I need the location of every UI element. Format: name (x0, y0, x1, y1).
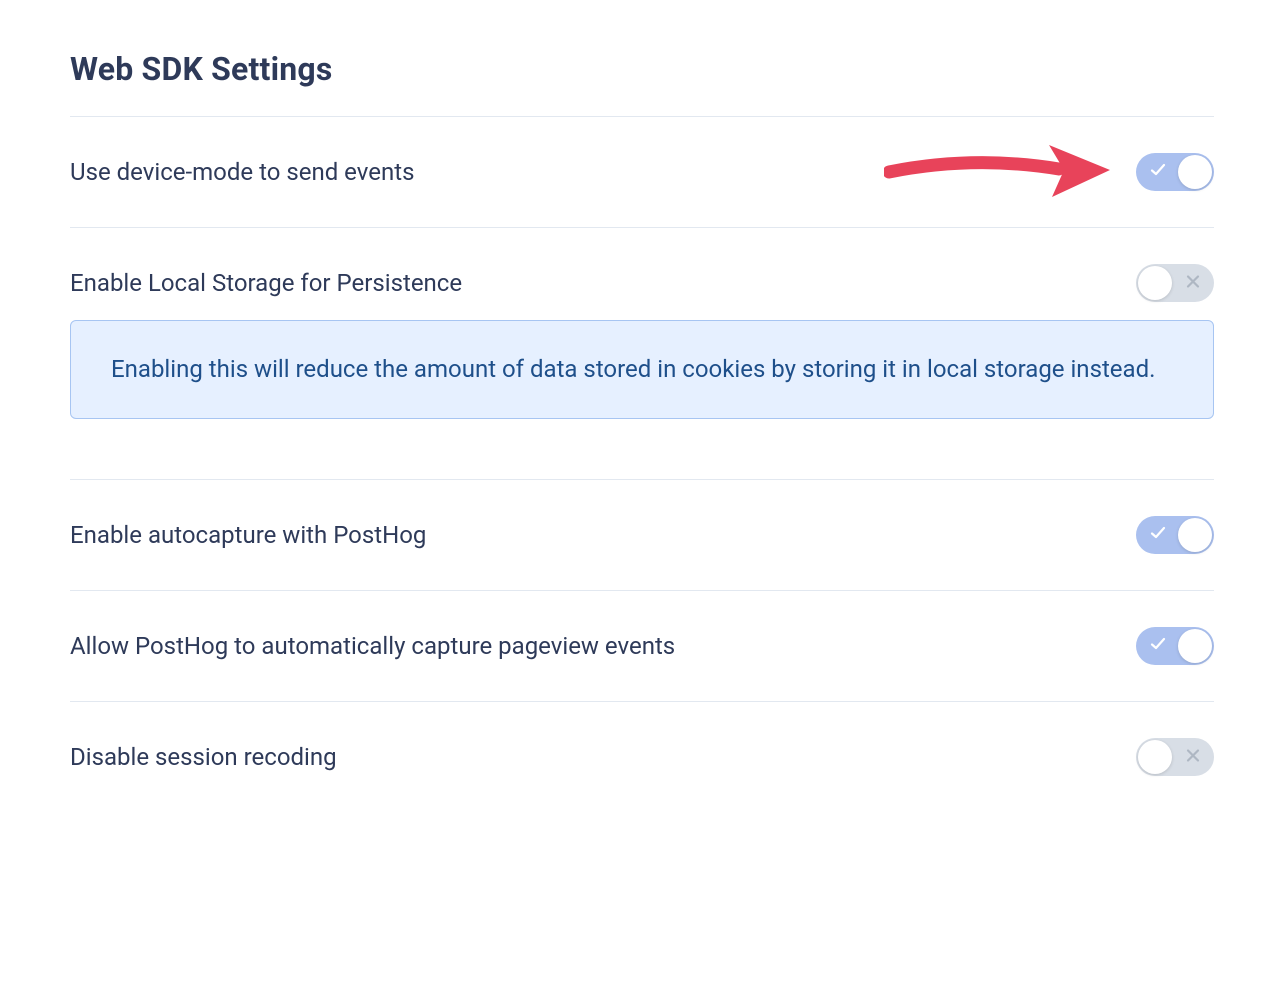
autocapture-toggle[interactable] (1136, 516, 1214, 554)
session-recording-toggle[interactable] (1136, 738, 1214, 776)
setting-local-storage-label: Enable Local Storage for Persistence (70, 269, 462, 297)
setting-device-mode-label: Use device-mode to send events (70, 158, 414, 186)
local-storage-info-box: Enabling this will reduce the amount of … (70, 320, 1214, 419)
setting-session-recording: Disable session recoding (70, 702, 1214, 812)
x-icon (1186, 274, 1200, 293)
toggle-knob (1178, 629, 1212, 663)
local-storage-info-text: Enabling this will reduce the amount of … (111, 349, 1173, 390)
toggle-knob (1138, 740, 1172, 774)
page-title: Web SDK Settings (70, 50, 1214, 88)
setting-autocapture-label: Enable autocapture with PostHog (70, 521, 426, 549)
setting-pageview: Allow PostHog to automatically capture p… (70, 591, 1214, 702)
check-icon (1150, 162, 1166, 182)
local-storage-toggle[interactable] (1136, 264, 1214, 302)
toggle-knob (1178, 518, 1212, 552)
toggle-knob (1138, 266, 1172, 300)
check-icon (1150, 636, 1166, 656)
toggle-knob (1178, 155, 1212, 189)
pageview-toggle[interactable] (1136, 627, 1214, 665)
x-icon (1186, 747, 1200, 766)
device-mode-toggle[interactable] (1136, 153, 1214, 191)
setting-session-recording-label: Disable session recoding (70, 743, 337, 771)
settings-list: Use device-mode to send events Enable Lo… (70, 117, 1214, 812)
setting-device-mode: Use device-mode to send events (70, 117, 1214, 228)
check-icon (1150, 525, 1166, 545)
setting-pageview-label: Allow PostHog to automatically capture p… (70, 632, 675, 660)
setting-autocapture: Enable autocapture with PostHog (70, 480, 1214, 591)
local-storage-info-wrapper: Enabling this will reduce the amount of … (70, 320, 1214, 480)
highlight-arrow-icon (884, 137, 1114, 207)
setting-local-storage: Enable Local Storage for Persistence (70, 228, 1214, 326)
